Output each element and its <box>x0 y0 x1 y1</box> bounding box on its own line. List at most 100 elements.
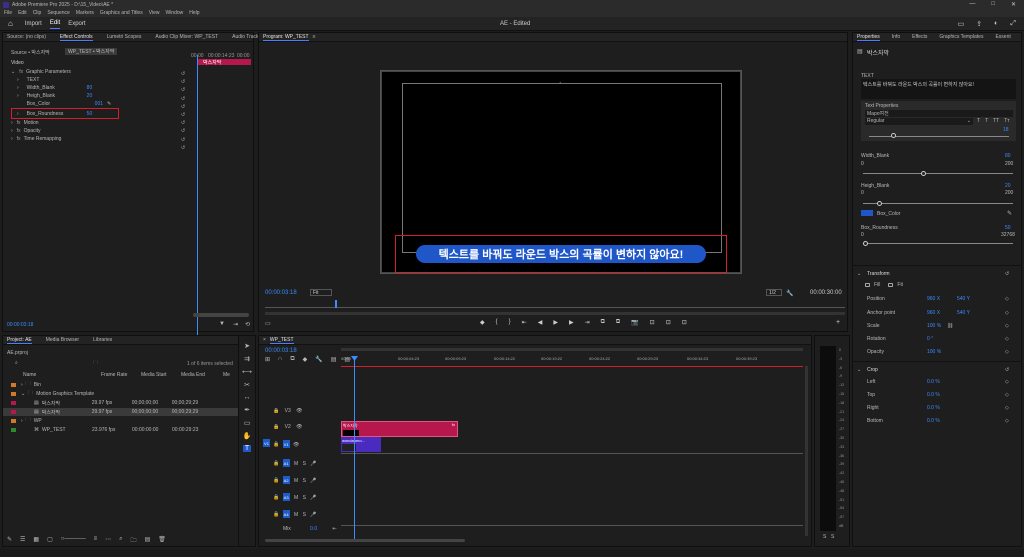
anchor-x[interactable]: 960 X <box>927 310 940 316</box>
tab-libraries[interactable]: Libraries <box>93 337 112 343</box>
anchor-y[interactable]: 540 Y <box>957 310 970 316</box>
sort-icon[interactable]: ≡ <box>94 536 98 546</box>
track-target-v1[interactable]: V1 <box>282 440 290 448</box>
camera-icon[interactable]: 📷 <box>631 319 638 326</box>
tab-program[interactable]: Program: WP_TEST <box>263 34 309 41</box>
param-heigh-value[interactable]: 20 <box>87 93 93 99</box>
chevron-right-icon[interactable]: › <box>17 85 19 91</box>
type-tool-icon[interactable]: T <box>242 445 252 452</box>
solo-button[interactable]: S <box>303 478 306 484</box>
chevron-down-icon[interactable]: ⌄ <box>21 391 25 397</box>
heigh-slider-knob[interactable] <box>877 201 882 206</box>
chevron-down-icon[interactable]: ⌄ <box>857 367 861 373</box>
safe-margins-icon[interactable]: ▭ <box>265 320 271 327</box>
add-marker-icon[interactable]: ◆ <box>303 356 308 363</box>
solo-button[interactable]: S <box>831 534 834 540</box>
menu-file[interactable]: File <box>4 10 12 16</box>
col-name[interactable]: Name <box>23 372 101 378</box>
menu-edit[interactable]: Edit <box>18 10 27 16</box>
mute-button[interactable]: M <box>294 461 298 467</box>
freeform-view-icon[interactable]: ▢ <box>47 536 53 546</box>
hamburger-icon[interactable]: ≡ <box>313 34 316 40</box>
home-icon[interactable]: ⌂ <box>8 19 13 28</box>
chevron-right-icon[interactable]: › <box>17 77 19 83</box>
param-boxcolor-row[interactable]: › Box_Color 001 ✎ <box>17 100 112 108</box>
tab-wp-test[interactable]: WP_TEST <box>269 337 294 344</box>
ec-playhead[interactable] <box>197 55 198 345</box>
link-icon[interactable]: ⛓ <box>947 323 953 329</box>
project-row[interactable]: ⌄ 🗀 Motion Graphics Template <box>3 390 253 398</box>
timeline-playhead[interactable] <box>354 356 355 541</box>
reset-icon[interactable]: ↺ <box>1005 367 1009 373</box>
width-blank-value[interactable]: 80 <box>1005 153 1011 159</box>
wrench-icon[interactable]: 🔧 <box>786 290 793 297</box>
find-icon[interactable]: ⌕ <box>119 536 122 546</box>
menu-view[interactable]: View <box>149 10 160 16</box>
tab-edit[interactable]: Edit <box>49 18 61 29</box>
linked-selection-icon[interactable]: ⧉ <box>290 356 294 363</box>
tab-source[interactable]: Source: (no clips) <box>7 34 46 40</box>
track-target-a2[interactable]: A2 <box>282 476 290 484</box>
width-slider-knob[interactable] <box>921 171 926 176</box>
caps-button[interactable]: TT <box>993 118 999 124</box>
col-media-start[interactable]: Media Start <box>141 372 181 378</box>
time-remapping-row[interactable]: › fx Time Remapping <box>11 135 61 143</box>
program-ruler[interactable] <box>265 300 845 308</box>
tab-media-browser[interactable]: Media Browser <box>46 337 79 343</box>
track-target-a1[interactable]: A1 <box>282 459 290 467</box>
crop-right-value[interactable]: 0.0 % <box>927 405 940 411</box>
jump-icon[interactable]: ⇤ <box>333 526 337 532</box>
source-selector[interactable]: Source • 박스자막 <box>11 48 50 56</box>
slip-icon[interactable]: ↔ <box>244 394 251 401</box>
multicam-icon[interactable]: ⊡ <box>682 319 687 326</box>
icon-view-icon[interactable]: ▦ <box>33 536 39 546</box>
font-size-slider[interactable] <box>869 136 1009 137</box>
keyframe-icon[interactable]: ◇ <box>1005 296 1009 302</box>
microphone-icon[interactable]: 🎤 <box>310 495 316 501</box>
list-view-icon[interactable]: ☰ <box>20 536 25 546</box>
mute-button[interactable]: M <box>294 495 298 501</box>
ec-timecode[interactable]: 00:00:03:18 <box>7 322 33 328</box>
font-size-knob[interactable] <box>891 133 896 138</box>
add-marker-icon[interactable]: ◆ <box>480 319 485 326</box>
font-dropdown[interactable]: Mapo여전 <box>865 110 1013 117</box>
keyframe-icon[interactable]: ◇ <box>1005 418 1009 424</box>
label-color-swatch[interactable] <box>11 383 16 387</box>
tab-properties[interactable]: Properties <box>857 34 880 41</box>
tab-project[interactable]: Project: AE <box>7 337 32 344</box>
project-row[interactable]: › 🗀 Bin <box>3 381 253 389</box>
timeline-zoom-bar[interactable] <box>341 348 803 351</box>
roundness-slider-knob[interactable] <box>863 241 868 246</box>
track-a2-header[interactable]: 🔒 A2 M S 🎤 <box>273 476 317 484</box>
close-button[interactable]: ✕ <box>1011 1 1016 8</box>
motion-row[interactable]: › fx Motion <box>11 119 39 127</box>
text-input[interactable]: 텍스트를 바꿔도 라운드 박스의 곡률이 변하지 않아요! <box>861 79 1016 99</box>
chevron-down-icon[interactable]: ⌄ <box>857 271 861 277</box>
program-timecode[interactable]: 00:00:03:18 <box>265 290 297 296</box>
menu-clip[interactable]: Clip <box>33 10 42 16</box>
rotation-value[interactable]: 0 ° <box>927 336 933 342</box>
ec-clip-bar[interactable]: 박스자막 <box>197 59 251 66</box>
chevron-right-icon[interactable]: › <box>11 128 13 134</box>
tab-essential[interactable]: Essent <box>995 34 1010 40</box>
menu-sequence[interactable]: Sequence <box>47 10 70 16</box>
timeline-scrollbar[interactable] <box>265 539 465 542</box>
search-icon[interactable]: ⌕ <box>15 360 18 366</box>
bold-button[interactable]: T <box>977 118 980 124</box>
param-text-row[interactable]: › TEXT <box>17 76 39 84</box>
progress-icon[interactable]: ◐ <box>994 20 998 28</box>
menu-window[interactable]: Window <box>165 10 183 16</box>
track-a1-header[interactable]: 🔒 A1 M S 🎤 <box>273 459 317 467</box>
zoom-dropdown[interactable]: Fit <box>310 289 332 296</box>
param-width-value[interactable]: 80 <box>87 85 93 91</box>
eyedropper-icon[interactable]: ✎ <box>1007 210 1012 217</box>
track-select-icon[interactable]: ⇉ <box>244 355 250 363</box>
selection-tool-icon[interactable]: ➤ <box>244 342 250 350</box>
track-a3-header[interactable]: 🔒 A3 M S 🎤 <box>273 493 317 501</box>
keyframe-icon[interactable]: ◇ <box>1005 392 1009 398</box>
ripple-edit-icon[interactable]: ⟷ <box>242 368 252 376</box>
lock-icon[interactable]: 🔒 <box>273 461 279 467</box>
label-color-swatch[interactable] <box>11 392 16 396</box>
chevron-right-icon[interactable]: › <box>21 418 23 424</box>
tab-audio-clip-mixer[interactable]: Audio Clip Mixer: WP_TEST <box>155 34 218 40</box>
